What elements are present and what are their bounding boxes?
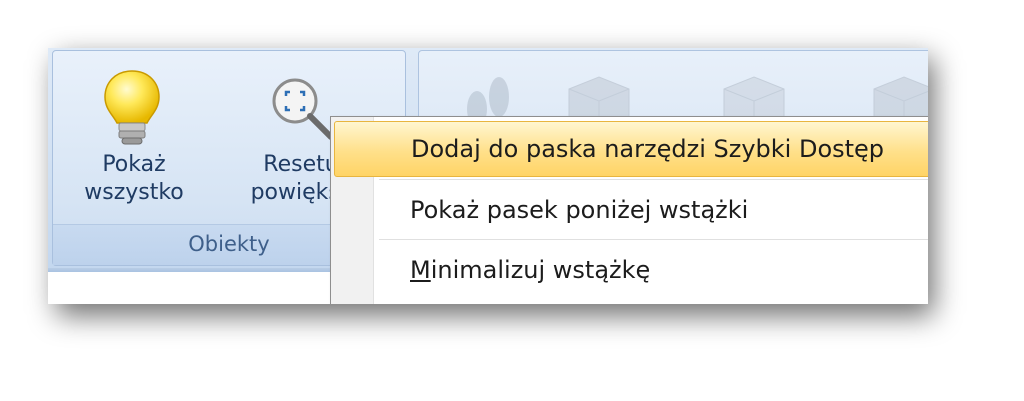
menu-item-1-text-a: Doda [411,135,475,163]
lightbulb-icon [69,61,199,151]
show-all-label-line1: Pokaż [102,152,166,177]
menu-item-minimize-ribbon[interactable]: Minimalizuj wstążkę [334,243,928,297]
menu-separator [379,239,928,240]
ribbon-context-menu: Dodaj do paska narzędzi Szybki Dostęp Po… [330,116,928,304]
show-all-button[interactable]: Pokaż wszystko [69,61,199,207]
screenshot-frame: Pokaż wszystko Resetu powiększ Obiekty D… [48,48,928,304]
menu-item-1-text-b: do paska narzędzi Szybki Dostęp [480,135,885,163]
menu-item-3-accelerator: M [410,256,431,284]
menu-item-1-accelerator: j [474,135,481,163]
menu-item-add-to-quick-access[interactable]: Dodaj do paska narzędzi Szybki Dostęp [334,121,928,177]
menu-item-3-text: inimalizuj wstążkę [430,256,651,284]
menu-item-2-text: Pokaż pasek poniżej wstążki [410,196,749,224]
show-all-label-line2: wszystko [84,180,184,205]
menu-item-show-toolbar-below-ribbon[interactable]: Pokaż pasek poniżej wstążki [334,183,928,237]
menu-separator [379,179,928,180]
